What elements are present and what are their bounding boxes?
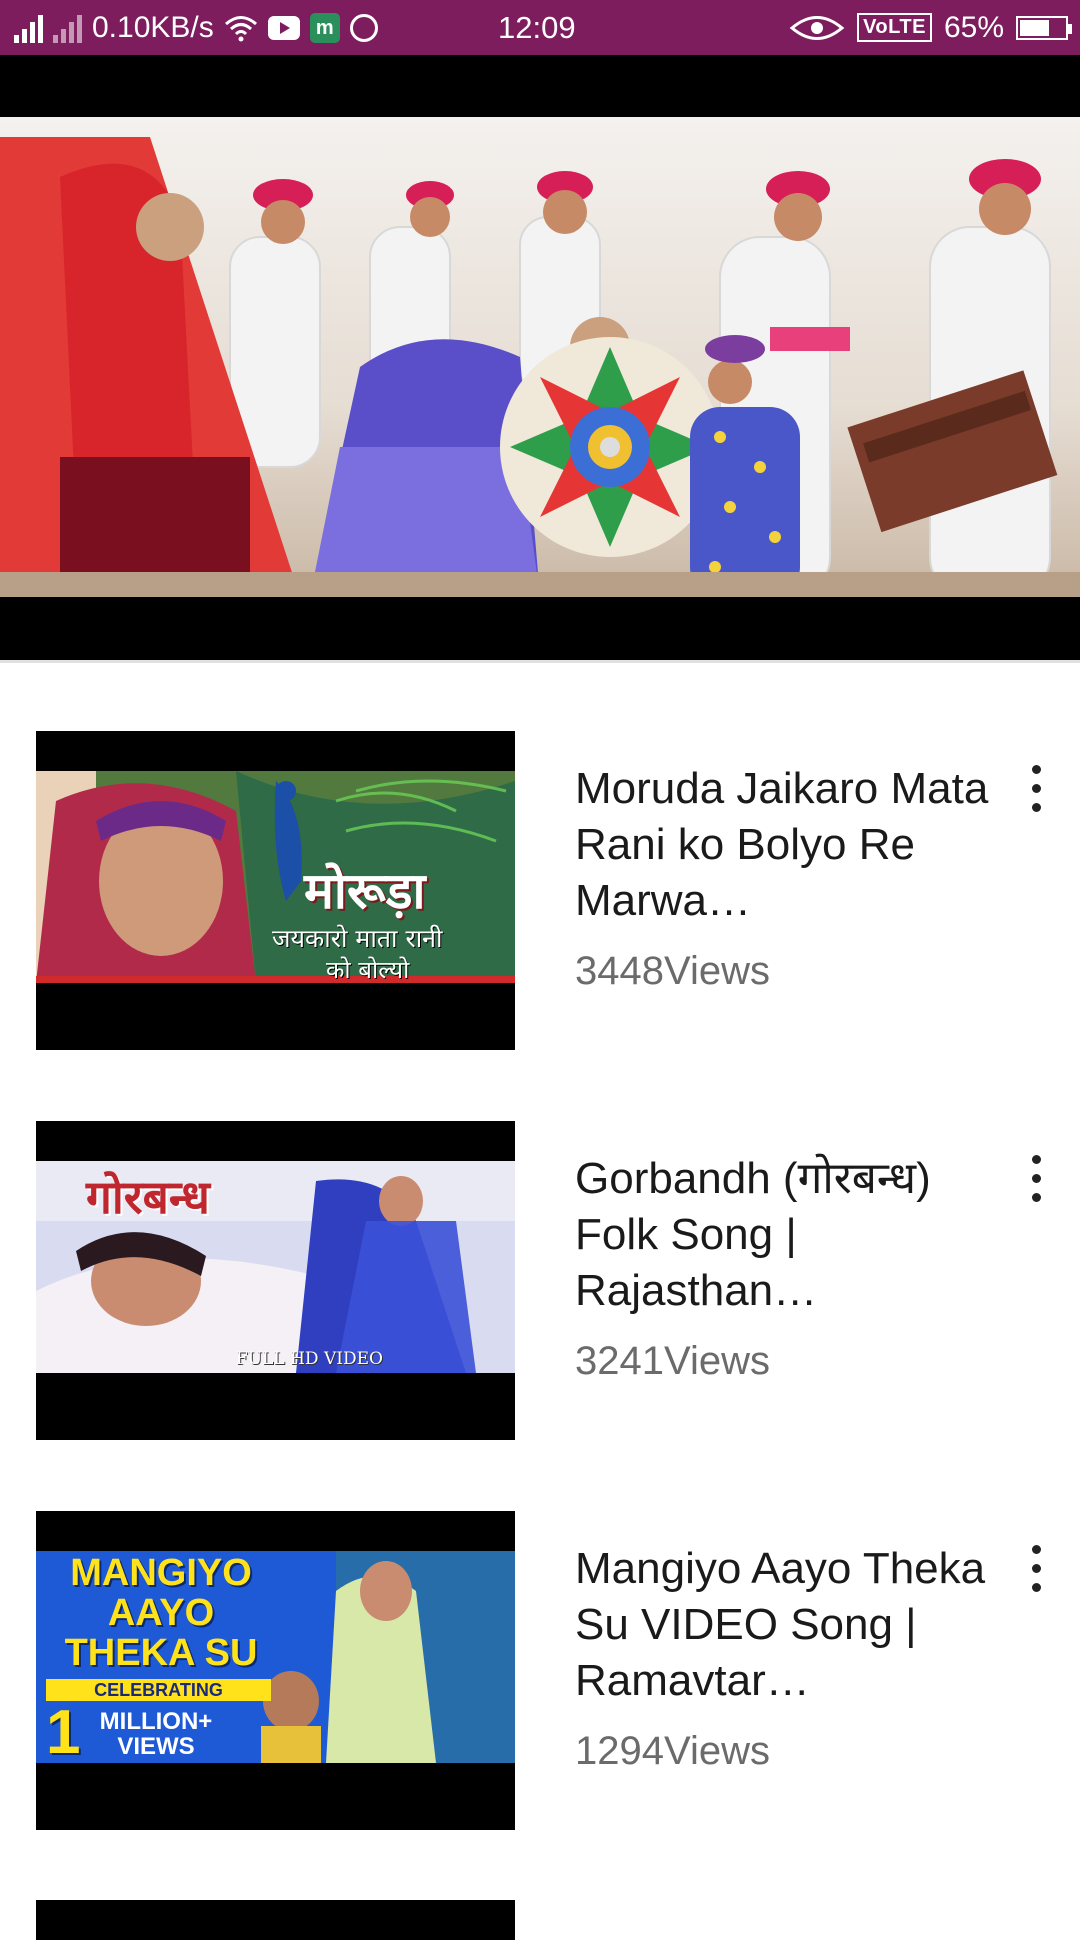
- video-thumbnail[interactable]: मोरूड़ा जयकारो माता रानी को बोल्यो: [36, 731, 515, 1050]
- video-views: 3241Views: [575, 1339, 770, 1383]
- video-list-item[interactable]: मोरूड़ा जयकारो माता रानी को बोल्यो Morud…: [0, 731, 1080, 1051]
- video-thumbnail[interactable]: [36, 1900, 515, 1940]
- thumbnail-text: गोरबन्ध: [86, 1170, 210, 1224]
- clock: 12:09: [498, 10, 576, 45]
- video-player[interactable]: [0, 55, 1080, 660]
- thumbnail-subtext: FULL HD VIDEO: [236, 1349, 383, 1369]
- more-options-icon[interactable]: [1022, 1155, 1052, 1203]
- signal-icon: [14, 13, 43, 43]
- wifi-icon: [224, 15, 257, 41]
- signal-dim-icon: [53, 13, 82, 43]
- video-title[interactable]: Gorbandh (गोरबन्ध) Folk Song | Rajasthan…: [575, 1151, 995, 1319]
- battery-percent: 65%: [943, 10, 1004, 44]
- thumbnail-subtext: जयकारो माता रानी: [272, 924, 443, 953]
- battery-icon: [1016, 15, 1072, 40]
- status-bar: 0.10KB/s m 12:09 VoLTE 65%: [0, 0, 1080, 55]
- m-app-icon: m: [309, 12, 340, 43]
- video-list-item[interactable]: गोरबन्ध FULL HD VIDEO Gorbandh (गोरबन्ध)…: [0, 1121, 1080, 1441]
- more-options-icon[interactable]: [1022, 1545, 1052, 1593]
- video-list-item[interactable]: MANGIYO AAYO THEKA SU CELEBRATING 1 MILL…: [0, 1511, 1080, 1831]
- eye-icon: [789, 15, 845, 40]
- video-views: 1294Views: [575, 1729, 770, 1773]
- thumbnail-text: MANGIYO AAYO THEKA SU: [64, 1552, 258, 1674]
- video-thumbnail[interactable]: MANGIYO AAYO THEKA SU CELEBRATING 1 MILL…: [36, 1511, 515, 1830]
- thumbnail-number: 1: [46, 1698, 81, 1763]
- video-frame[interactable]: [0, 117, 1080, 597]
- youtube-icon: [267, 15, 300, 40]
- thumbnail-text: मोरूड़ा: [304, 861, 426, 920]
- whatsapp-icon: [349, 13, 378, 42]
- network-speed: 0.10KB/s: [92, 10, 214, 44]
- video-thumbnail[interactable]: गोरबन्ध FULL HD VIDEO: [36, 1121, 515, 1440]
- video-title[interactable]: Moruda Jaikaro Mata Rani ko Bolyo Re Mar…: [575, 761, 995, 929]
- thumbnail-views: MILLION+ VIEWS: [99, 1708, 213, 1760]
- volte-icon: VoLTE: [857, 13, 932, 42]
- video-title[interactable]: Mangiyo Aayo Theka Su VIDEO Song | Ramav…: [575, 1541, 995, 1709]
- more-options-icon[interactable]: [1022, 765, 1052, 813]
- video-views: 3448Views: [575, 949, 770, 993]
- player-divider: [0, 660, 1080, 663]
- thumbnail-subtext-2: को बोल्यो: [326, 956, 410, 983]
